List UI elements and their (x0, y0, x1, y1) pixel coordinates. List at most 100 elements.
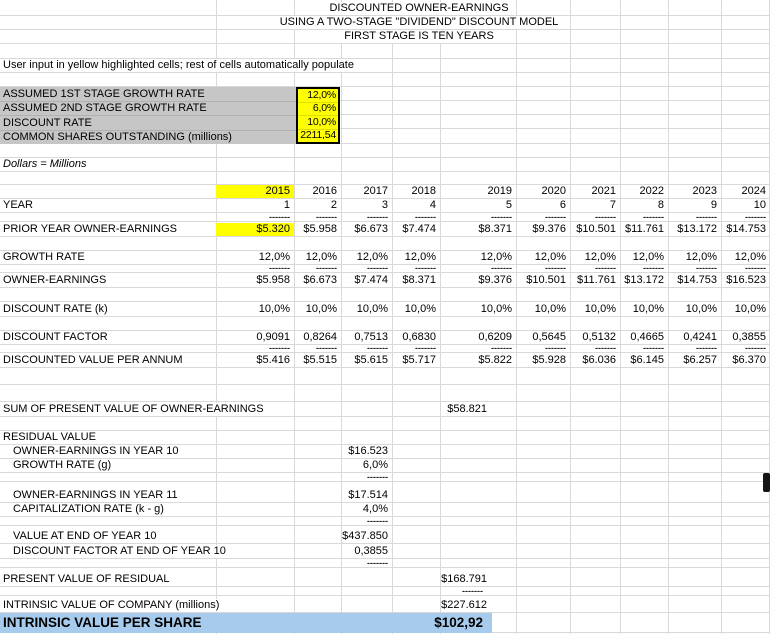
year-number-cell: 10 (753, 199, 766, 211)
input-row-label: ASSUMED 1ST STAGE GROWTH RATE (0, 87, 296, 102)
oe-year11-row: OWNER-EARNINGS IN YEAR 11 $17.514 (0, 487, 770, 503)
value-cell: $5.928 (532, 354, 566, 366)
year-number-cell: 4 (429, 199, 436, 211)
dash-cell: ------- (269, 212, 290, 222)
year-cell: 2018 (411, 185, 436, 197)
value-end-y10-value: $437.850 (342, 530, 388, 542)
dash-cell: ------- (745, 263, 766, 273)
value-cell: $5.717 (402, 354, 436, 366)
dash-cell: ------- (269, 263, 290, 273)
dash-cell: ------- (316, 263, 337, 273)
dash-cell: ------- (462, 586, 483, 596)
value-cell: $5.958 (256, 274, 290, 286)
input-value-cell[interactable]: 10,0% (298, 116, 338, 130)
row-label: INTRINSIC VALUE OF COMPANY (millions) (0, 599, 226, 612)
value-cell[interactable]: $5.320 (216, 223, 294, 236)
dash-row: ------- (0, 517, 770, 526)
dash-cell: ------- (595, 263, 616, 273)
value-cell[interactable]: $9.376 (516, 223, 570, 236)
dash-cell: ------- (545, 212, 566, 222)
dash-cell: ------- (316, 343, 337, 353)
table-row-discount-rate: DISCOUNT RATE (k) 10,0% 10,0% 10,0% 10,0% 10… (0, 302, 770, 317)
sum-pv-value: $58.821 (447, 403, 487, 415)
dash-cell: ------- (415, 263, 436, 273)
row-label: DISCOUNT FACTOR AT END OF YEAR 10 (0, 545, 232, 558)
intrinsic-share-row: INTRINSIC VALUE PER SHARE $102,92 (0, 613, 492, 633)
value-cell: $5.515 (303, 354, 337, 366)
input-note: User input in yellow highlighted cells; … (0, 59, 360, 72)
input-values-block: 12,0% 6,0% 10,0% 2211,54 (296, 87, 340, 144)
row-label: PRIOR YEAR OWNER-EARNINGS (0, 223, 216, 236)
dash-cell: ------- (491, 343, 512, 353)
value-cell: $7.474 (354, 274, 388, 286)
value-cell: $9.376 (478, 274, 512, 286)
dash-cell: ------- (491, 212, 512, 222)
input-row-label: DISCOUNT RATE (0, 116, 296, 131)
dash-cell: ------- (545, 263, 566, 273)
value-cell: $5.615 (354, 354, 388, 366)
value-cell[interactable]: $6.673 (341, 223, 392, 236)
units-row: Dollars = Millions (0, 158, 770, 172)
year-cell: 2019 (487, 185, 512, 197)
dash-cell: ------- (316, 212, 337, 222)
value-end-y10-row: VALUE AT END OF YEAR 10 $437.850 (0, 529, 770, 544)
value-cell[interactable]: $5.958 (294, 223, 341, 236)
dash-cell: ------- (367, 516, 388, 526)
title-row-2: USING A TWO-STAGE "DIVIDEND" DISCOUNT MO… (0, 16, 770, 30)
row-label: OWNER-EARNINGS (0, 274, 216, 287)
dash-cell: ------- (415, 343, 436, 353)
grid-row (0, 237, 770, 251)
row-label: OWNER-EARNINGS IN YEAR 11 (0, 489, 216, 502)
residual-header-row: RESIDUAL VALUE (0, 431, 770, 445)
grid-row (0, 385, 770, 402)
dash-cell: ------- (491, 263, 512, 273)
year-cell: 2020 (541, 185, 566, 197)
scrollbar-thumb[interactable] (763, 473, 770, 492)
year-number-cell: 7 (609, 199, 616, 211)
title-line-3: FIRST STAGE IS TEN YEARS (340, 30, 498, 43)
dash-row: ------- ------- ------- ------- ------- -----… (0, 263, 770, 273)
row-label: PRESENT VALUE OF RESIDUAL (0, 573, 216, 586)
growth-g-value: 6,0% (362, 459, 388, 471)
year-number-cell: 5 (505, 199, 512, 211)
value-cell: $6.370 (732, 354, 766, 366)
grid-row (0, 44, 770, 59)
input-value-cell[interactable]: 6,0% (298, 103, 338, 116)
year-number-cell: 6 (559, 199, 566, 211)
units-note: Dollars = Millions (0, 158, 216, 171)
value-cell[interactable]: $11.761 (620, 223, 668, 236)
value-cell: 10,0% (305, 303, 337, 315)
dash-cell: ------- (367, 263, 388, 273)
value-cell[interactable]: $10.501 (570, 223, 620, 236)
growth-g-row: GROWTH RATE (g) 6,0% (0, 459, 770, 473)
dash-cell: ------- (643, 212, 664, 222)
value-cell[interactable]: $7.474 (392, 223, 440, 236)
row-label: YEAR (0, 199, 216, 212)
value-cell[interactable]: $8.371 (440, 223, 516, 236)
grid-row (0, 172, 770, 185)
dash-cell: ------- (696, 343, 717, 353)
dash-cell: ------- (367, 558, 388, 568)
year-number-cell: 3 (381, 199, 388, 211)
grid-row (0, 417, 770, 431)
title-row-3: FIRST STAGE IS TEN YEARS (0, 30, 770, 44)
value-cell: $8.371 (402, 274, 436, 286)
value-cell: 10,0% (356, 303, 388, 315)
year-cell: 2017 (363, 185, 388, 197)
value-cell[interactable]: $13.172 (668, 223, 721, 236)
row-label: GROWTH RATE (0, 251, 216, 264)
value-cell: $6.036 (582, 354, 616, 366)
input-value-cell[interactable]: 12,0% (298, 89, 338, 103)
dash-row: ------- (0, 587, 770, 596)
input-value-cell[interactable]: 2211,54 (298, 130, 338, 143)
value-cell[interactable]: $14.753 (721, 223, 770, 236)
value-cell: $5.822 (478, 354, 512, 366)
sum-pv-row: SUM OF PRESENT VALUE OF OWNER-EARNINGS $… (0, 402, 770, 417)
dash-cell: ------- (595, 343, 616, 353)
year-number-row: YEAR 1 2 3 4 5 6 7 8 9 10 (0, 199, 770, 213)
value-cell: 10,0% (584, 303, 616, 315)
row-label: DISCOUNT RATE (k) (0, 303, 216, 316)
dash-cell: ------- (696, 263, 717, 273)
value-cell: 10,0% (685, 303, 717, 315)
table-row-discounted-value: DISCOUNTED VALUE PER ANNUM $5.416 $5.515 $… (0, 353, 770, 368)
